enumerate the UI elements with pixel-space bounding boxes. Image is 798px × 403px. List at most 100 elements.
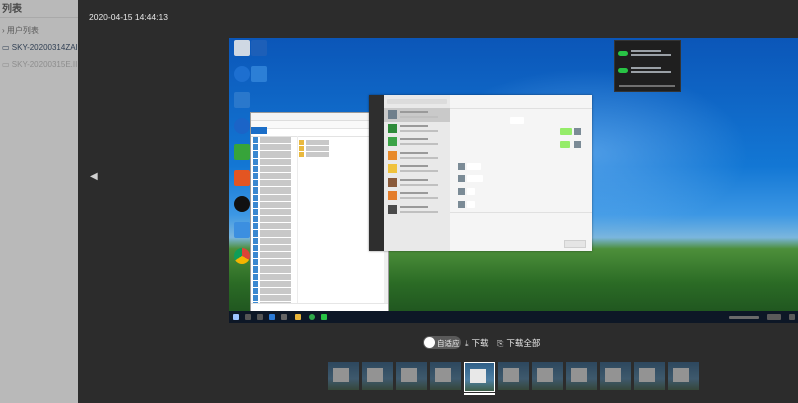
chat-list-item [384,176,450,190]
chat-list-item [384,135,450,149]
divider [0,17,78,18]
viewer-controls: 自适应 ⤓ 下载 ⎘ 下载全部 [78,334,798,350]
tree-node-1[interactable]: ▭ SKY-20200314ZAI [2,39,78,56]
app-shortcut-icon [234,92,250,108]
chat-list-item [384,189,450,203]
app-shortcut-icon [251,66,267,82]
recycle-bin-icon [234,40,250,56]
chat-list-item [384,108,450,122]
notification-popup [614,40,681,92]
explorer-sidebar [251,136,298,309]
message-bubble [560,141,570,148]
user-tree: › 用户列表 ▭ SKY-20200314ZAI ▭ SKY-20200315E… [2,22,78,73]
notification-line [619,85,675,87]
app-shortcut-icon [234,144,250,160]
notification-icon [789,314,795,320]
message-bubble [560,128,572,135]
chat-list-item [384,162,450,176]
chat-header [450,95,592,109]
thumbnail[interactable] [498,362,529,390]
thumbnail-strip [328,362,699,395]
download-button[interactable]: ⤓ 下载 [465,337,489,349]
time-divider [510,117,524,124]
app-shortcut-icon [234,170,250,186]
notification-line [631,67,661,69]
avatar [574,128,581,135]
send-button [564,240,586,248]
windows-taskbar [229,311,798,323]
download-label: 下载 [471,338,489,348]
chat-input [450,212,592,251]
notification-line [631,50,661,52]
chrome-icon [234,248,250,264]
chat-list-item [384,122,450,136]
chat-list-item [384,149,450,163]
tray-icons [729,316,759,319]
thumbnail[interactable] [430,362,461,390]
download-all-button[interactable]: ⎘ 下载全部 [497,337,540,349]
wechat-chat-list [384,95,450,251]
thumbnail[interactable] [362,362,393,390]
selected-indicator [464,393,495,395]
message-bubble [467,163,481,170]
task-view-icon [257,314,263,320]
explorer-file-list [299,139,359,158]
thumbnail[interactable] [600,362,631,390]
folder-icon [295,314,301,320]
wechat-nav-rail [369,95,384,251]
explorer-ribbon [251,121,388,134]
toggle-knob [424,337,435,348]
clock [767,314,781,320]
chat-list-item [384,203,450,217]
screenshot-image [229,38,798,323]
file-tab [251,127,267,134]
notification-line [631,71,671,73]
explorer-status-bar [251,303,388,311]
page-title: 列表 [2,4,22,15]
wechat-chat-pane [450,95,592,251]
message-bubble [467,188,475,195]
thumbnail[interactable] [566,362,597,390]
tree-node-label: SKY-20200314ZAI [11,43,78,52]
avatar [458,201,465,208]
thumbnail[interactable] [532,362,563,390]
adaptive-toggle[interactable]: 自适应 [423,336,461,349]
thumbnail[interactable] [396,362,427,390]
sogou-icon [234,118,250,134]
avatar [458,163,465,170]
prev-arrow-icon[interactable]: ◀ [90,171,104,187]
app-shortcut-icon [251,40,267,56]
app-shortcut-icon [234,222,250,238]
toggle-label: 自适应 [437,339,460,348]
monitor-icon: ▭ [2,60,10,69]
thumbnail-selected[interactable] [464,362,495,392]
timestamp: 2020-04-15 14:44:13 [89,12,168,22]
notification-line [631,54,671,56]
search-icon [245,314,251,320]
edge-icon [234,66,250,82]
avatar [574,141,581,148]
background-app: 列表 › 用户列表 ▭ SKY-20200314ZAI ▭ SKY-202003… [0,0,78,403]
explorer-titlebar [251,113,388,121]
tree-node-label: SKY-20200315E.II [11,60,78,69]
thumbnail[interactable] [634,362,665,390]
monitor-icon: ▭ [2,43,10,52]
status-pill [618,68,628,73]
wechat-icon [321,314,327,320]
document-icon: ⎘ [497,339,504,348]
wechat-search [387,99,447,104]
download-icon: ⤓ [465,339,469,348]
edge-icon [269,314,275,320]
qq-icon [234,196,250,212]
app-icon [281,314,287,320]
status-pill [618,51,628,56]
message-bubble [467,175,483,182]
tree-root[interactable]: › 用户列表 [2,22,78,39]
thumbnail[interactable] [668,362,699,390]
screenshot-viewer: 2020-04-15 14:44:13 ◀ 自适应 ⤓ 下载 ⎘ 下载全部 [78,0,798,403]
avatar [458,188,465,195]
tree-node-2[interactable]: ▭ SKY-20200315E.II [2,56,78,73]
thumbnail[interactable] [328,362,359,390]
wechat-window [369,95,592,251]
message-bubble [467,201,475,208]
